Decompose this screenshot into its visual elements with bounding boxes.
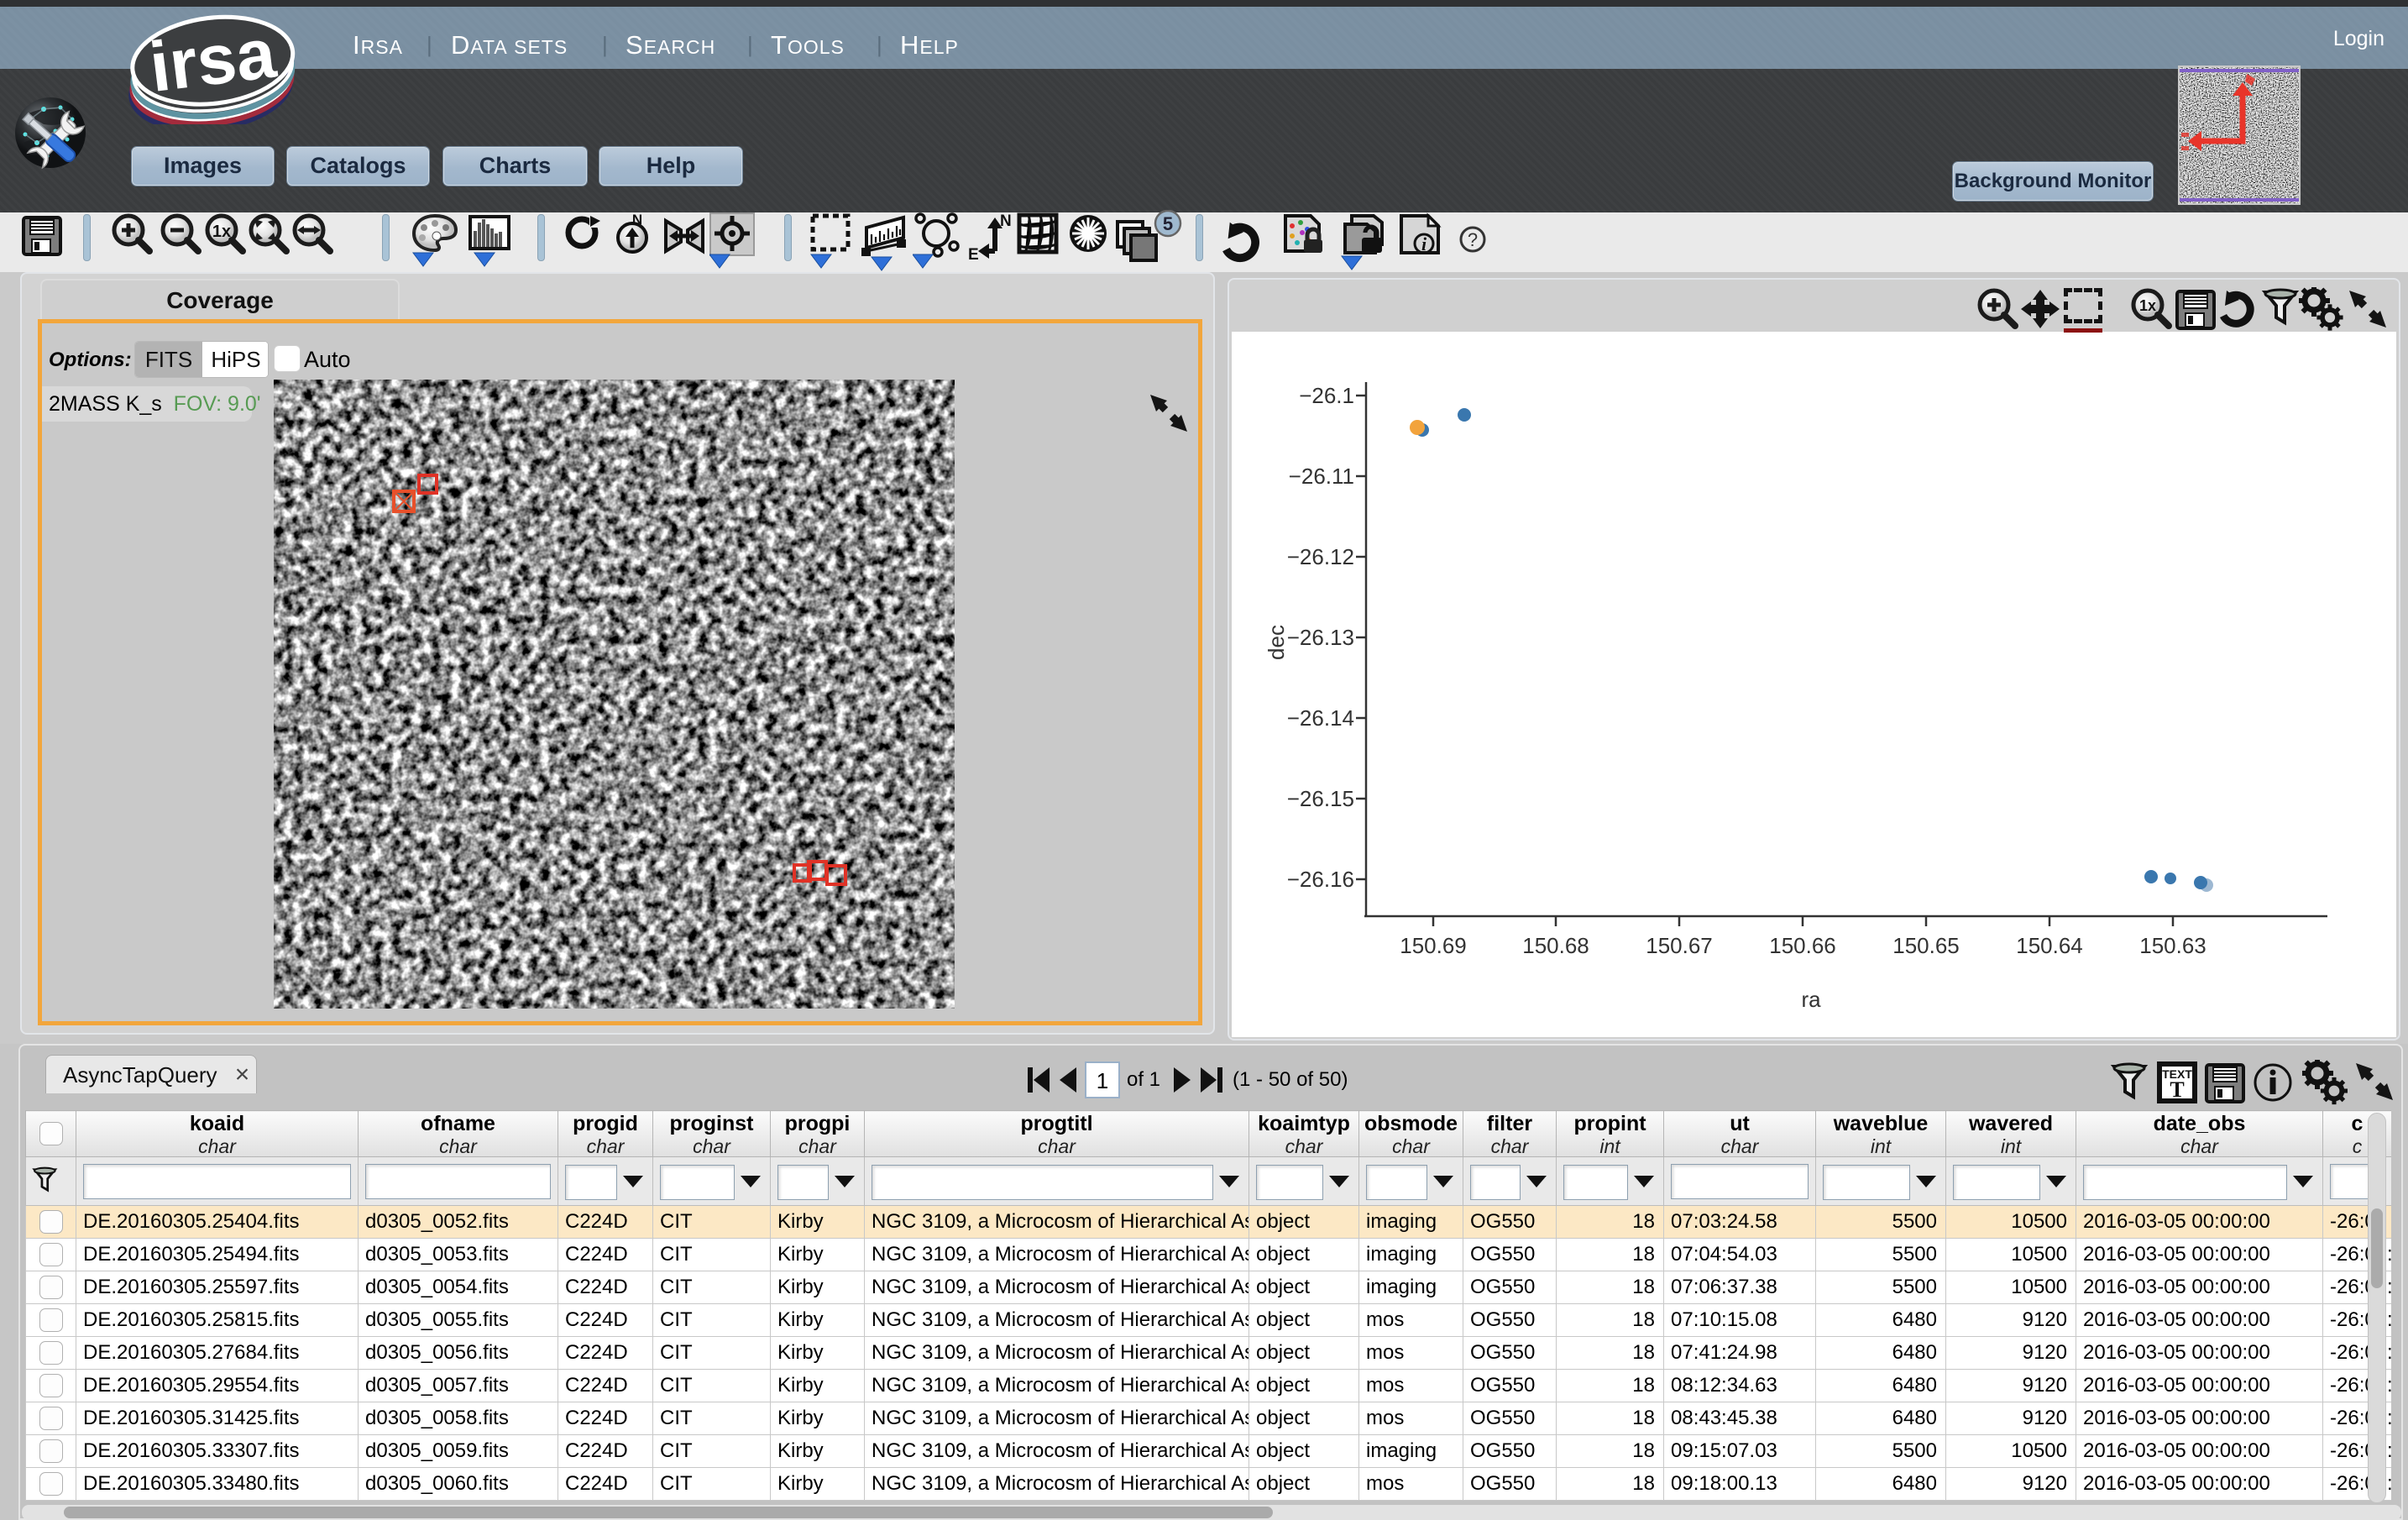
svg-text:N: N: [632, 212, 642, 228]
svg-text:E: E: [968, 246, 979, 264]
svg-text:−26.11: −26.11: [1289, 464, 1354, 489]
svg-text:−26.15: −26.15: [1287, 786, 1354, 811]
svg-text:irsa: irsa: [145, 13, 280, 107]
svg-text:T: T: [2170, 1077, 2184, 1102]
svg-text:ra: ra: [1801, 987, 1821, 1012]
svg-text:150.65: 150.65: [1892, 933, 1960, 958]
svg-text:150.64: 150.64: [2016, 933, 2083, 958]
svg-text:1x: 1x: [2139, 297, 2156, 314]
svg-text:−26.13: −26.13: [1287, 625, 1354, 650]
svg-text:1x: 1x: [212, 223, 231, 241]
svg-text:−26.1: −26.1: [1299, 383, 1354, 408]
svg-text:150.63: 150.63: [2139, 933, 2206, 958]
svg-text:5: 5: [1163, 213, 1173, 234]
svg-text:−26.12: −26.12: [1287, 544, 1354, 569]
svg-text:−26.16: −26.16: [1287, 867, 1354, 892]
svg-text:150.66: 150.66: [1769, 933, 1836, 958]
svg-text:150.68: 150.68: [1522, 933, 1589, 958]
svg-text:dec: dec: [1264, 625, 1289, 660]
svg-text:−26.14: −26.14: [1287, 705, 1354, 731]
svg-text:i: i: [1421, 233, 1427, 254]
svg-text:?: ?: [1468, 229, 1478, 250]
svg-text:150.67: 150.67: [1646, 933, 1713, 958]
svg-text:150.69: 150.69: [1400, 933, 1467, 958]
